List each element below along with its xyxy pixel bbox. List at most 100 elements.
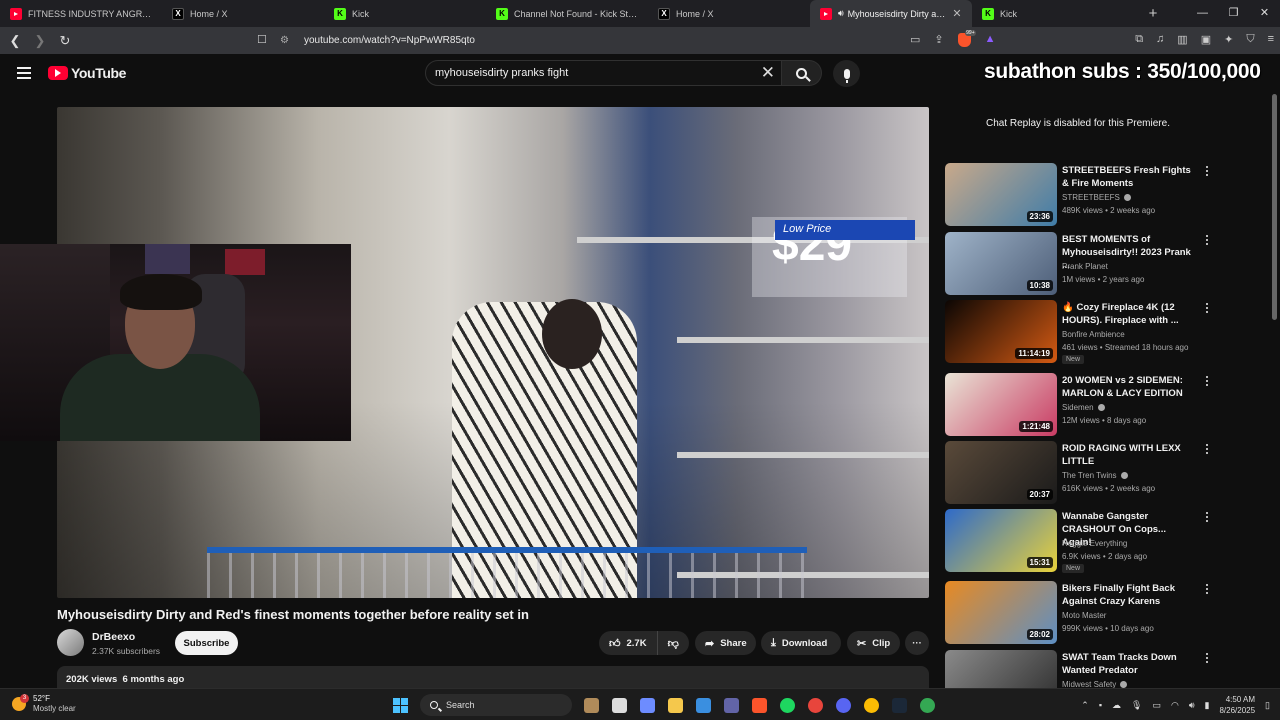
recommended-channel[interactable]: The Tren Twins bbox=[1062, 471, 1117, 480]
store-icon[interactable] bbox=[692, 694, 714, 716]
download-button[interactable]: ⤓ Download bbox=[761, 631, 841, 655]
like-button[interactable]: 👍︎ 2.7K bbox=[599, 631, 658, 655]
tab-close-icon[interactable]: ✕ bbox=[950, 7, 964, 20]
browser-tab[interactable]: X Home / X bbox=[162, 0, 324, 27]
recommended-channel[interactable]: Bonfire Ambience bbox=[1062, 330, 1125, 339]
recommended-video[interactable]: 15:31 Wannabe Gangster CRASHOUT On Cops..… bbox=[944, 509, 1274, 573]
recommended-title[interactable]: ROID RAGING WITH LEXX LITTLE bbox=[1062, 442, 1197, 468]
recommended-title[interactable]: 🔥 Cozy Fireplace 4K (12 HOURS). Fireplac… bbox=[1062, 301, 1197, 327]
search-input[interactable] bbox=[435, 67, 755, 79]
site-settings-icon[interactable]: ⚙ bbox=[280, 35, 294, 46]
video-thumbnail[interactable]: 10:38 bbox=[945, 232, 1057, 295]
steam-icon[interactable] bbox=[888, 694, 910, 716]
tab-audio-icon[interactable]: 🔊︎ bbox=[838, 8, 844, 19]
channel-name[interactable]: DrBeexo bbox=[92, 631, 135, 643]
cast-icon[interactable]: ▭ bbox=[910, 33, 920, 47]
recommended-title[interactable]: SWAT Team Tracks Down Wanted Predator bbox=[1062, 651, 1197, 677]
recommended-channel[interactable]: Prank Planet bbox=[1062, 262, 1108, 271]
bookmark-icon[interactable]: ☐ bbox=[257, 33, 267, 46]
recommended-video[interactable]: 28:02 Bikers Finally Fight Back Against C… bbox=[944, 581, 1274, 645]
brave-rewards-icon[interactable]: ▲ bbox=[985, 33, 996, 47]
screenshot-icon[interactable]: ⧉ bbox=[1135, 33, 1143, 46]
share-button[interactable]: ➦ Share bbox=[695, 631, 756, 655]
video-thumbnail[interactable]: 11:14:19 bbox=[945, 300, 1057, 363]
recommended-menu-icon[interactable] bbox=[1203, 444, 1211, 456]
address-bar[interactable]: ⚙ youtube.com/watch?v=NpPwWR85qto bbox=[280, 30, 1000, 51]
recommended-channel[interactable]: Reggie Everything bbox=[1062, 539, 1127, 548]
recommended-menu-icon[interactable] bbox=[1203, 584, 1211, 596]
tray-overflow-icon[interactable]: ⌃ bbox=[1081, 700, 1089, 711]
media-icon[interactable]: ♫ bbox=[1156, 33, 1164, 46]
forward-button[interactable]: ❯ bbox=[30, 33, 50, 49]
recommended-video[interactable]: 23:36 STREETBEEFS Fresh Fights & Fire Mom… bbox=[944, 163, 1274, 227]
recommended-menu-icon[interactable] bbox=[1203, 235, 1211, 247]
recommended-channel[interactable]: Sidemen bbox=[1062, 403, 1094, 412]
browser-tab[interactable]: FITNESS INDUSTRY ANGRY RANT bbox=[0, 0, 162, 27]
share-page-icon[interactable]: ⇪ bbox=[934, 33, 943, 47]
recommended-video[interactable]: 11:14:19 🔥 Cozy Fireplace 4K (12 HOURS). … bbox=[944, 300, 1274, 364]
chrome-icon[interactable] bbox=[804, 694, 826, 716]
browser-tab[interactable]: 🔊︎Myhouseisdirty Dirty and Red's✕ bbox=[810, 0, 972, 27]
chrome-profile-icon[interactable] bbox=[916, 694, 938, 716]
cat-widget-icon[interactable] bbox=[580, 694, 602, 716]
browser-tab[interactable]: K Channel Not Found - Kick Streaming bbox=[486, 0, 648, 27]
browser-tab[interactable]: K Kick bbox=[972, 0, 1134, 27]
clip-button[interactable]: ✂ Clip bbox=[847, 631, 900, 655]
youtube-logo[interactable]: YouTube bbox=[48, 65, 126, 81]
clear-search-icon[interactable]: ✕ bbox=[761, 64, 775, 82]
tray-mic-icon[interactable]: 🎙︎ bbox=[1131, 700, 1142, 711]
spotify-icon[interactable] bbox=[776, 694, 798, 716]
subscribe-button[interactable]: Subscribe bbox=[175, 631, 238, 655]
brave-icon[interactable] bbox=[748, 694, 770, 716]
video-thumbnail[interactable]: 1:21:48 bbox=[945, 373, 1057, 436]
leo-ai-icon[interactable]: ✦ bbox=[1224, 33, 1233, 46]
teams-icon[interactable] bbox=[720, 694, 742, 716]
search-button[interactable] bbox=[782, 60, 822, 86]
copilot-icon[interactable] bbox=[636, 694, 658, 716]
file-explorer-icon[interactable] bbox=[664, 694, 686, 716]
chrome-alt-icon[interactable] bbox=[860, 694, 882, 716]
more-actions-button[interactable]: ··· bbox=[905, 631, 929, 655]
wifi-icon[interactable]: ◠ bbox=[1171, 700, 1179, 711]
dislike-button[interactable]: 👎︎ bbox=[658, 637, 689, 650]
menu-icon[interactable]: ≡ bbox=[1268, 33, 1274, 46]
wallet-icon[interactable]: ▣ bbox=[1201, 33, 1211, 46]
windows-start-icon[interactable] bbox=[393, 697, 408, 713]
recommended-channel[interactable]: Moto Master bbox=[1062, 611, 1106, 620]
recommended-menu-icon[interactable] bbox=[1203, 303, 1211, 315]
recommended-video[interactable]: 1:21:48 20 WOMEN vs 2 SIDEMEN: MARLON & L… bbox=[944, 373, 1274, 437]
reload-button[interactable]: ↻ bbox=[55, 33, 75, 49]
video-thumbnail[interactable]: 15:31 bbox=[945, 509, 1057, 572]
video-thumbnail[interactable]: 23:36 bbox=[945, 163, 1057, 226]
guide-menu-icon[interactable] bbox=[17, 67, 31, 82]
recommended-menu-icon[interactable] bbox=[1203, 512, 1211, 524]
minimize-button[interactable]: — bbox=[1187, 0, 1218, 27]
video-thumbnail[interactable]: 20:37 bbox=[945, 441, 1057, 504]
recommended-channel[interactable]: STREETBEEFS bbox=[1062, 193, 1120, 202]
recommended-title[interactable]: Bikers Finally Fight Back Against Crazy … bbox=[1062, 582, 1197, 608]
close-window-button[interactable]: ✕ bbox=[1249, 0, 1280, 27]
recommended-menu-icon[interactable] bbox=[1203, 376, 1211, 388]
voice-search-button[interactable] bbox=[833, 60, 860, 87]
weather-widget[interactable]: 3 52°F Mostly clear bbox=[12, 694, 76, 714]
onedrive-icon[interactable]: ☁ bbox=[1112, 700, 1121, 711]
recommended-video[interactable]: 20:37 ROID RAGING WITH LEXX LITTLE The Tre… bbox=[944, 441, 1274, 505]
battery-icon[interactable]: ▮ bbox=[1205, 700, 1210, 711]
system-clock[interactable]: 4:50 AM 8/26/2025 bbox=[1219, 694, 1255, 716]
restore-button[interactable]: ❐ bbox=[1218, 0, 1249, 27]
channel-avatar[interactable] bbox=[57, 629, 84, 656]
recommended-video[interactable]: 10:38 BEST MOMENTS of Myhouseisdirty!! 20… bbox=[944, 232, 1274, 296]
task-view-icon[interactable] bbox=[608, 694, 630, 716]
recommended-title[interactable]: 20 WOMEN vs 2 SIDEMEN: MARLON & LACY EDI… bbox=[1062, 374, 1197, 400]
new-tab-button[interactable]: + bbox=[1138, 5, 1168, 22]
recommended-menu-icon[interactable] bbox=[1203, 166, 1211, 178]
browser-tab[interactable]: K Kick bbox=[324, 0, 486, 27]
sidebar-icon[interactable]: ▥ bbox=[1177, 33, 1187, 46]
display-icon[interactable]: ▭ bbox=[1152, 700, 1161, 711]
browser-tab[interactable]: X Home / X bbox=[648, 0, 810, 27]
discord-icon[interactable] bbox=[832, 694, 854, 716]
brave-shields-icon[interactable]: 99+ bbox=[957, 30, 976, 47]
tray-app-icon[interactable]: ▪ bbox=[1099, 700, 1102, 710]
notifications-icon[interactable]: ▯ bbox=[1265, 700, 1270, 711]
recommended-title[interactable]: STREETBEEFS Fresh Fights & Fire Moments bbox=[1062, 164, 1197, 190]
